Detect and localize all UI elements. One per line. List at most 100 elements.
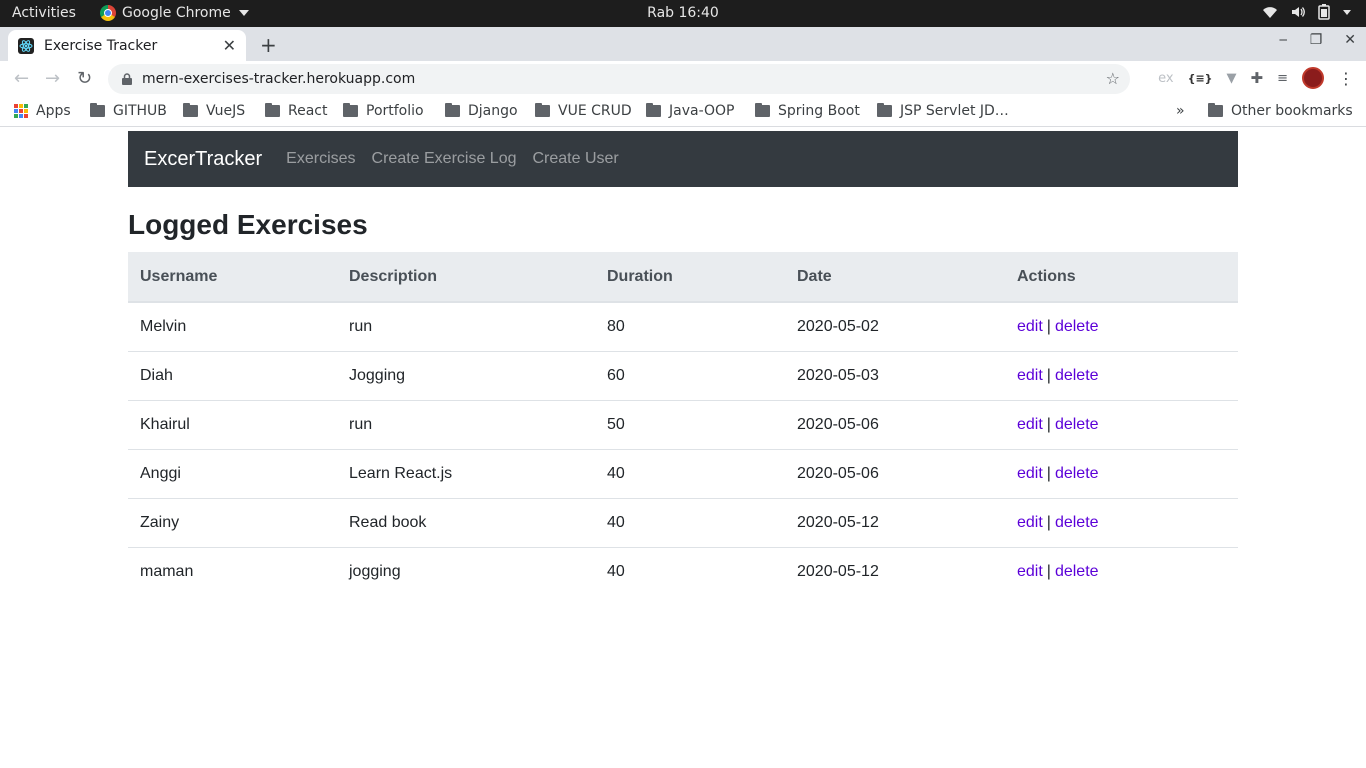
bookmark-folder[interactable]: VueJS xyxy=(183,103,245,119)
tab-close-icon[interactable]: ✕ xyxy=(223,36,236,55)
system-tray[interactable] xyxy=(1262,4,1352,20)
forward-arrow-icon[interactable]: → xyxy=(45,68,60,89)
delete-link[interactable]: delete xyxy=(1055,416,1099,433)
cell-description: jogging xyxy=(349,562,401,580)
back-arrow-icon[interactable]: ← xyxy=(14,68,29,89)
bookmark-label: GITHUB xyxy=(113,103,167,119)
new-tab-icon[interactable]: + xyxy=(260,33,277,57)
table-row: Diah Jogging 60 2020-05-03 edit | delete xyxy=(128,351,1238,401)
navbar-brand[interactable]: ExcerTracker xyxy=(144,148,262,171)
action-separator: | xyxy=(1046,562,1051,580)
edit-link[interactable]: edit xyxy=(1017,465,1043,482)
cell-username: Melvin xyxy=(128,302,337,352)
address-bar[interactable]: mern-exercises-tracker.herokuapp.com ☆ xyxy=(108,64,1130,94)
bookmarks-overflow-button[interactable]: » xyxy=(1176,103,1185,119)
extension-ex-icon[interactable]: ex xyxy=(1158,71,1173,86)
bookmark-folder[interactable]: Spring Boot xyxy=(755,103,860,119)
edit-link[interactable]: edit xyxy=(1017,514,1043,531)
cell-date: 2020-05-06 xyxy=(785,449,1005,499)
delete-link[interactable]: delete xyxy=(1055,514,1099,531)
bookmark-label: VUE CRUD xyxy=(558,103,632,119)
tab-exercise-tracker[interactable]: Exercise Tracker ✕ xyxy=(8,30,246,61)
bookmark-label: Other bookmarks xyxy=(1231,103,1353,119)
edit-link[interactable]: edit xyxy=(1017,416,1043,433)
vue-devtools-icon[interactable]: ▼ xyxy=(1227,71,1237,86)
edit-link[interactable]: edit xyxy=(1017,563,1043,580)
close-window-icon[interactable]: ✕ xyxy=(1344,32,1356,48)
bookmark-folder[interactable]: Django xyxy=(445,103,518,119)
cell-date: 2020-05-06 xyxy=(785,400,1005,450)
minimize-icon[interactable]: ‒ xyxy=(1279,32,1288,48)
cell-actions: edit | delete xyxy=(1005,498,1238,548)
bookmark-star-icon[interactable]: ☆ xyxy=(1106,69,1120,88)
folder-icon xyxy=(877,103,892,117)
bookmark-label: Apps xyxy=(36,103,71,119)
url-text[interactable]: mern-exercises-tracker.herokuapp.com xyxy=(142,71,415,87)
table-row: Melvin run 80 2020-05-02 edit | delete xyxy=(128,302,1238,352)
table-row: Khairul run 50 2020-05-06 edit | delete xyxy=(128,400,1238,450)
bookmark-apps[interactable]: Apps xyxy=(14,103,71,119)
cell-username: Zainy xyxy=(128,498,337,548)
cell-description: run xyxy=(337,302,595,352)
column-header-date: Date xyxy=(785,252,1005,303)
cell-description: Read book xyxy=(337,498,595,548)
delete-link[interactable]: delete xyxy=(1055,563,1099,580)
restore-icon[interactable]: ❐ xyxy=(1310,32,1323,48)
bookmark-folder[interactable]: React xyxy=(265,103,327,119)
json-extension-icon[interactable]: {≡} xyxy=(1188,72,1213,85)
window-controls: ‒ ❐ ✕ xyxy=(1279,32,1356,48)
folder-icon xyxy=(183,103,198,117)
delete-link[interactable]: delete xyxy=(1055,465,1099,482)
delete-link[interactable]: delete xyxy=(1055,318,1099,335)
cell-date: 2020-05-12 xyxy=(785,498,1005,548)
bookmark-label: Portfolio xyxy=(366,103,424,119)
chrome-menu-icon[interactable]: ⋮ xyxy=(1338,69,1354,88)
folder-icon xyxy=(1208,103,1223,117)
edit-link[interactable]: edit xyxy=(1017,367,1043,384)
action-separator: | xyxy=(1046,366,1051,384)
bookmark-folder[interactable]: GITHUB xyxy=(90,103,167,119)
page-title: Logged Exercises xyxy=(128,209,368,240)
table-row: Anggi Learn React.js 40 2020-05-06 edit |… xyxy=(128,449,1238,499)
other-bookmarks[interactable]: Other bookmarks xyxy=(1208,103,1353,119)
action-separator: | xyxy=(1046,513,1051,531)
folder-icon xyxy=(755,103,770,117)
bookmark-folder[interactable]: Java-OOP xyxy=(646,103,735,119)
volume-icon xyxy=(1292,7,1305,17)
system-top-bar: Activities Google Chrome Rab 16:40 xyxy=(0,0,1366,27)
react-favicon-icon xyxy=(18,37,34,54)
column-header-description: Description xyxy=(337,252,595,303)
clock[interactable]: Rab 16:40 xyxy=(0,5,1366,21)
profile-avatar[interactable] xyxy=(1302,67,1324,89)
cell-duration: 40 xyxy=(595,449,785,499)
tab-strip: Exercise Tracker ✕ + ‒ ❐ ✕ xyxy=(0,27,1366,61)
table-row: Zainy Read book 40 2020-05-12 edit | delet… xyxy=(128,498,1238,548)
bookmark-folder[interactable]: JSP Servlet JD… xyxy=(877,103,1009,119)
nav-link-exercises[interactable]: Exercises xyxy=(286,150,355,168)
bookmark-folder[interactable]: Portfolio xyxy=(343,103,424,119)
folder-icon xyxy=(445,103,460,117)
cell-description: Learn React.js xyxy=(337,449,595,499)
nav-link-create-exercise-log[interactable]: Create Exercise Log xyxy=(372,150,517,168)
folder-icon xyxy=(646,103,661,117)
cell-duration: 80 xyxy=(595,302,785,352)
cell-description: run xyxy=(337,400,595,450)
table-row: maman jogging 40 2020-05-12 edit | delete xyxy=(128,547,1238,596)
lock-icon xyxy=(122,73,132,85)
delete-link[interactable]: delete xyxy=(1055,367,1099,384)
cell-date: 2020-05-02 xyxy=(785,302,1005,352)
cell-date: 2020-05-03 xyxy=(785,351,1005,401)
nav-link-create-user[interactable]: Create User xyxy=(533,150,619,168)
folder-icon xyxy=(90,103,105,117)
cell-duration: 40 xyxy=(607,562,625,580)
cell-duration: 60 xyxy=(595,351,785,401)
bookmark-folder[interactable]: VUE CRUD xyxy=(535,103,632,119)
reload-icon[interactable]: ↻ xyxy=(77,68,92,89)
tab-title: Exercise Tracker xyxy=(44,37,158,54)
edit-link[interactable]: edit xyxy=(1017,318,1043,335)
bookmark-label: Django xyxy=(468,103,518,119)
media-queue-icon[interactable]: ≡ xyxy=(1277,71,1288,86)
extensions-puzzle-icon[interactable]: ✚ xyxy=(1251,69,1264,87)
bookmark-label: React xyxy=(288,103,328,119)
cell-actions: edit | delete xyxy=(1005,449,1238,499)
